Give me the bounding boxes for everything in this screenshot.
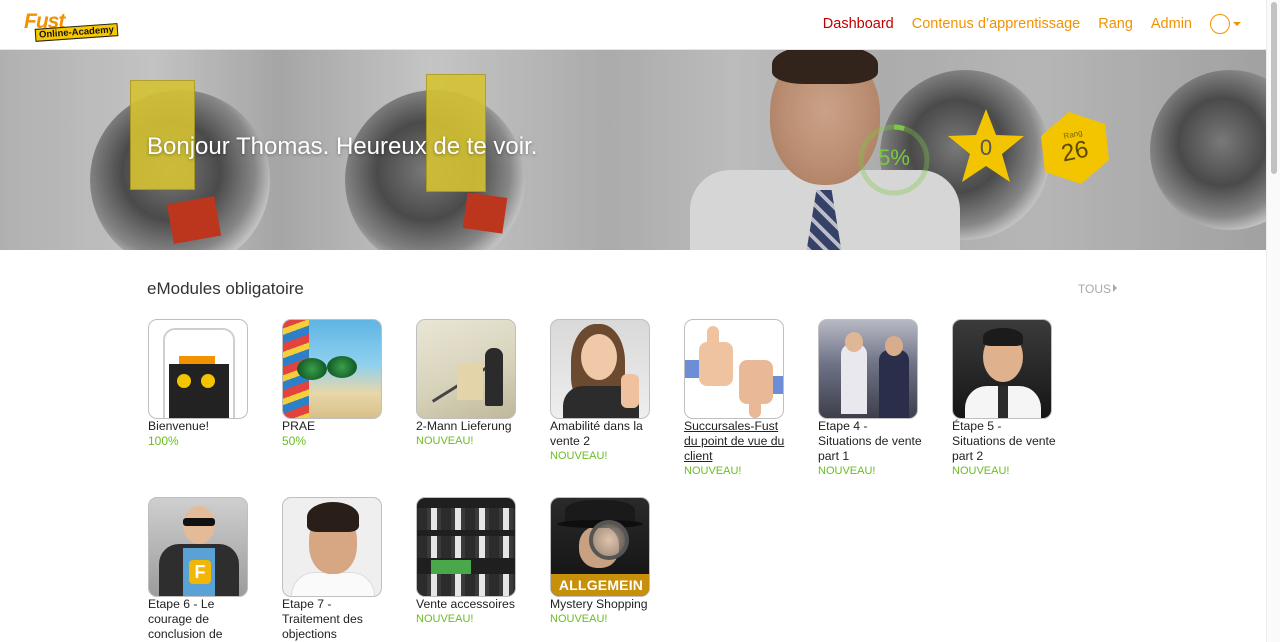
- module-card-etape4[interactable]: Etape 4 - Situations de vente part 1 NOU…: [818, 319, 928, 479]
- module-thumbnail: [416, 319, 516, 419]
- user-circle-icon: [1210, 14, 1230, 34]
- module-status: 50%: [282, 434, 307, 448]
- person-image: [879, 350, 909, 418]
- magnifying-glass-icon: [589, 520, 629, 560]
- man-tie-image: [998, 386, 1008, 418]
- fust-f-logo-icon: F: [189, 560, 211, 584]
- module-title: Etape 4 - Situations de vente part 1: [818, 419, 922, 463]
- caret-down-icon: [1233, 22, 1241, 26]
- module-thumbnail: [952, 319, 1052, 419]
- module-card-mystery-shopping[interactable]: ALLGEMEIN Mystery Shopping NOUVEAU!: [550, 497, 660, 627]
- progress-percent: 5%: [878, 145, 910, 170]
- man-hair-image: [307, 502, 359, 532]
- greeting-text: Bonjour Thomas. Heureux de te voir.: [147, 133, 538, 160]
- module-thumbnail: [416, 497, 516, 597]
- progress-indicator[interactable]: 5%: [857, 123, 931, 197]
- main-nav: Dashboard Contenus d’apprentissage Rang …: [805, 14, 1241, 34]
- module-thumbnail: [818, 319, 918, 419]
- module-status: NOUVEAU!: [952, 465, 1010, 477]
- nav-learning-content[interactable]: Contenus d’apprentissage: [912, 16, 1080, 32]
- phone-dot-image: [201, 374, 215, 388]
- phone-dot-image: [177, 374, 191, 388]
- person-head-image: [885, 336, 903, 356]
- module-thumbnail: [282, 497, 382, 597]
- thumb-image: [749, 398, 761, 418]
- shelf-row-image: [417, 536, 515, 558]
- module-card-welcome[interactable]: Bienvenue! 100%: [148, 319, 258, 449]
- module-status: NOUVEAU!: [416, 613, 474, 625]
- module-thumbnail: ALLGEMEIN: [550, 497, 650, 597]
- module-status: NOUVEAU!: [550, 613, 608, 625]
- module-card-etape7[interactable]: Etape 7 - Traitement des objections: [282, 497, 392, 642]
- sunglasses-image: [327, 356, 357, 378]
- module-thumbnail: [550, 319, 650, 419]
- sunglasses-image: [183, 518, 215, 526]
- caret-right-icon: [1113, 284, 1117, 292]
- person-head-image: [845, 332, 863, 352]
- thumbs-up-hand-image: [699, 342, 733, 386]
- module-status: NOUVEAU!: [416, 435, 474, 447]
- product-box-image: [431, 560, 471, 574]
- man-hair-image: [983, 328, 1023, 346]
- nav-admin[interactable]: Admin: [1151, 16, 1192, 32]
- phone-screen-header-image: [179, 356, 215, 364]
- top-navbar: Fust Online-Academy Dashboard Contenus d…: [0, 0, 1266, 50]
- module-card-prae[interactable]: PRAE 50%: [282, 319, 392, 449]
- module-title: PRAE: [282, 419, 316, 433]
- stars-indicator[interactable]: 0: [945, 107, 1027, 185]
- sunglasses-image: [297, 358, 327, 380]
- all-modules-link[interactable]: TOUS: [1078, 282, 1117, 296]
- woman-face-image: [581, 334, 617, 380]
- fust-online-academy-logo[interactable]: Fust Online-Academy: [24, 10, 119, 43]
- nav-dashboard[interactable]: Dashboard: [823, 16, 894, 32]
- thumb-image: [707, 326, 719, 348]
- module-status: NOUVEAU!: [818, 465, 876, 477]
- stars-count: 0: [979, 135, 993, 160]
- hero-banner: Bonjour Thomas. Heureux de te voir. 5% 0…: [0, 50, 1266, 250]
- module-status: NOUVEAU!: [684, 465, 742, 477]
- module-title: Mystery Shopping: [550, 597, 648, 611]
- rank-indicator[interactable]: Rang 26: [1039, 110, 1111, 186]
- module-card-amabilite[interactable]: Amabilité dans la vente 2 NOUVEAU!: [550, 319, 660, 464]
- person-image: [841, 344, 867, 414]
- category-banner: ALLGEMEIN: [551, 574, 649, 596]
- module-title: Bienvenue!: [148, 419, 209, 433]
- module-card-vente-accessoires[interactable]: Vente accessoires NOUVEAU!: [416, 497, 526, 627]
- module-title: Amabilité dans la vente 2: [550, 419, 643, 448]
- module-title: Étape 5 - Situations de vente part 2: [952, 419, 1056, 463]
- module-thumbnail: F: [148, 497, 248, 597]
- module-card-etape5[interactable]: Étape 5 - Situations de vente part 2 NOU…: [952, 319, 1062, 479]
- user-menu-dropdown[interactable]: [1210, 14, 1241, 34]
- delivery-man-image: [485, 348, 503, 406]
- all-modules-label: TOUS: [1077, 282, 1111, 296]
- shelf-row-image: [417, 508, 515, 530]
- section-title: eModules obligatoire: [147, 279, 304, 298]
- module-status: NOUVEAU!: [550, 450, 608, 462]
- module-card-succursales[interactable]: Succursales-Fust du point de vue du clie…: [684, 319, 794, 479]
- module-title: Vente accessoires: [416, 597, 515, 611]
- module-title: Etape 6 - Le courage de conclusion de: [148, 597, 223, 641]
- module-card-etape6[interactable]: F Etape 6 - Le courage de conclusion de: [148, 497, 258, 642]
- module-thumbnail: [148, 319, 248, 419]
- scrollbar-thumb[interactable]: [1271, 2, 1277, 174]
- shirt-image: [291, 572, 375, 596]
- delivery-box-image: [457, 364, 483, 400]
- module-thumbnail: [282, 319, 382, 419]
- module-status: 100%: [148, 434, 179, 448]
- module-title: 2-Mann Lieferung: [416, 419, 512, 433]
- module-title: Etape 7 - Traitement des objections: [282, 597, 363, 641]
- phone-screen-image: [169, 364, 229, 418]
- module-title-link[interactable]: Succursales-Fust du point de vue du clie…: [684, 419, 788, 464]
- shelf-row-image: [417, 574, 515, 596]
- module-card-2mann[interactable]: 2-Mann Lieferung NOUVEAU!: [416, 319, 526, 449]
- module-thumbnail: [684, 319, 784, 419]
- page-scrollbar[interactable]: [1266, 0, 1280, 642]
- thumbs-up-image: [621, 374, 639, 408]
- nav-rank[interactable]: Rang: [1098, 16, 1133, 32]
